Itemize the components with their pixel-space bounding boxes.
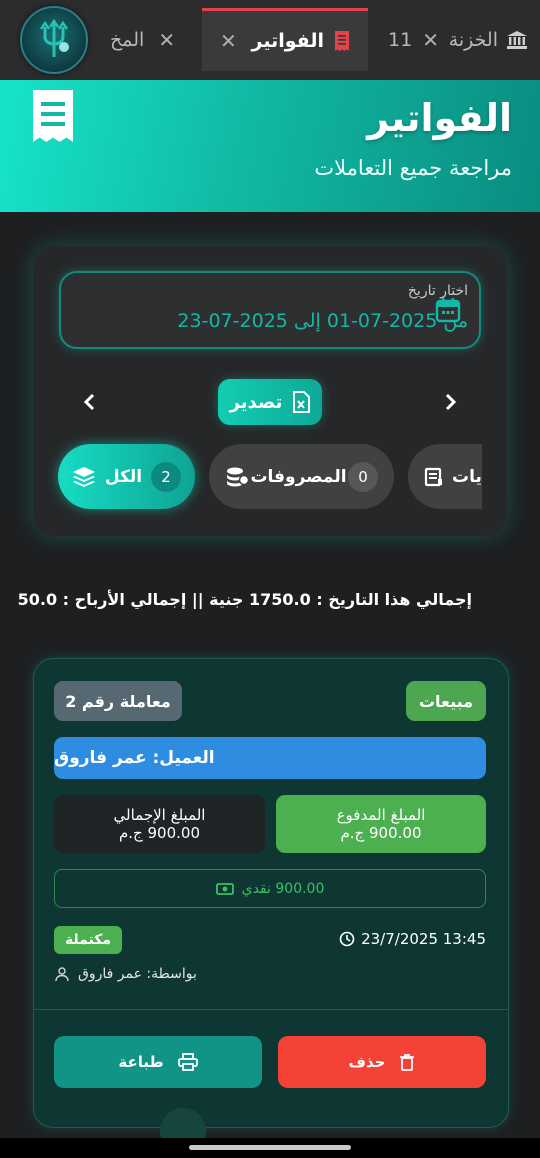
trident-arm-logo-icon: [40, 18, 69, 57]
excel-file-icon: [293, 391, 311, 413]
clock-icon: [339, 931, 355, 947]
close-icon[interactable]: ✕: [220, 29, 237, 53]
total-amount-value: 900.00 ج.م: [118, 824, 200, 842]
home-indicator[interactable]: [189, 1145, 351, 1150]
chevron-right-icon: [445, 393, 457, 411]
tab-treasury-label: الخزنة: [448, 28, 498, 51]
total-amount-box: المبلغ الإجمالي 900.00 ج.م: [54, 795, 265, 853]
filter-chip-all-label: الكل: [104, 466, 143, 487]
cash-icon: [215, 882, 234, 895]
datetime-text: 23/7/2025 13:45: [361, 930, 486, 948]
coins-icon: [227, 467, 249, 486]
receipt-icon: [30, 88, 76, 148]
receipt-small-icon: [424, 467, 442, 486]
print-label: طباعة: [118, 1053, 164, 1071]
payment-method-row: 900.00 نقدي: [54, 869, 486, 908]
export-button[interactable]: تصدير: [218, 379, 322, 425]
filter-chip-expenses[interactable]: المصروفات 0: [209, 444, 394, 509]
card-divider: [34, 1009, 508, 1010]
bank-icon: [507, 30, 527, 49]
user-icon: [55, 967, 69, 982]
filter-chip-expenses-count: 0: [347, 461, 378, 492]
receipt-icon: [335, 31, 349, 51]
close-icon[interactable]: ✕: [422, 28, 439, 52]
paid-amount-label: المبلغ المدفوع: [336, 806, 426, 824]
page-title: الفواتير: [367, 96, 512, 140]
tab-count-label: 11: [388, 28, 413, 51]
tab-treasury[interactable]: 11 ✕ الخزنة: [376, 8, 540, 71]
export-label: تصدير: [229, 391, 283, 413]
tab-invoices-label: الفواتير: [251, 30, 324, 52]
status-badge: مكتملة: [54, 926, 122, 954]
delete-button[interactable]: حذف: [278, 1036, 486, 1088]
transaction-datetime: 23/7/2025 13:45: [339, 930, 486, 948]
next-arrow-button[interactable]: [437, 389, 463, 415]
client-name-bar: العميل: عمر فاروق: [54, 737, 486, 779]
tab-store-label: المخ: [110, 28, 145, 51]
close-icon[interactable]: ✕: [158, 28, 175, 52]
paid-amount-box: المبلغ المدفوع 900.00 ج.م: [276, 795, 486, 853]
filter-chip-expenses-label: المصروفات: [250, 466, 347, 487]
calendar-icon: [434, 296, 462, 328]
created-by-text: بواسطة: عمر فاروق: [78, 966, 197, 982]
printer-icon: [177, 1053, 198, 1071]
print-button[interactable]: طباعة: [54, 1036, 262, 1088]
tab-store[interactable]: المخ ✕: [88, 8, 196, 71]
filter-chip-sales[interactable]: يات: [408, 444, 482, 509]
transaction-number-badge: معاملة رقم 2: [54, 681, 182, 721]
date-range-value: من 2025-07-01 إلى 2025-07-23: [177, 310, 468, 332]
page-subtitle: مراجعة جميع التعاملات: [314, 156, 512, 180]
filter-chip-all[interactable]: الكل 2: [58, 444, 195, 509]
transaction-type-badge: مبيعات: [406, 681, 486, 721]
filter-chip-all-count: 2: [151, 461, 181, 492]
payment-method-text: 900.00 نقدي: [241, 880, 325, 897]
delete-label: حذف: [348, 1053, 386, 1071]
trash-icon: [400, 1054, 415, 1071]
prev-arrow-button[interactable]: [77, 389, 103, 415]
stack-icon: [73, 466, 95, 487]
app-logo[interactable]: [20, 6, 88, 74]
tab-invoices[interactable]: ✕ الفواتير: [202, 8, 368, 71]
chevron-left-icon: [83, 393, 95, 411]
total-amount-label: المبلغ الإجمالي: [113, 806, 206, 824]
created-by-row: بواسطة: عمر فاروق: [54, 966, 197, 982]
paid-amount-value: 900.00 ج.م: [340, 824, 422, 842]
totals-summary: إجمالي هذا التاريخ : 1750.0 جنية || إجما…: [17, 590, 472, 609]
filter-chip-sales-label: يات: [452, 466, 482, 487]
